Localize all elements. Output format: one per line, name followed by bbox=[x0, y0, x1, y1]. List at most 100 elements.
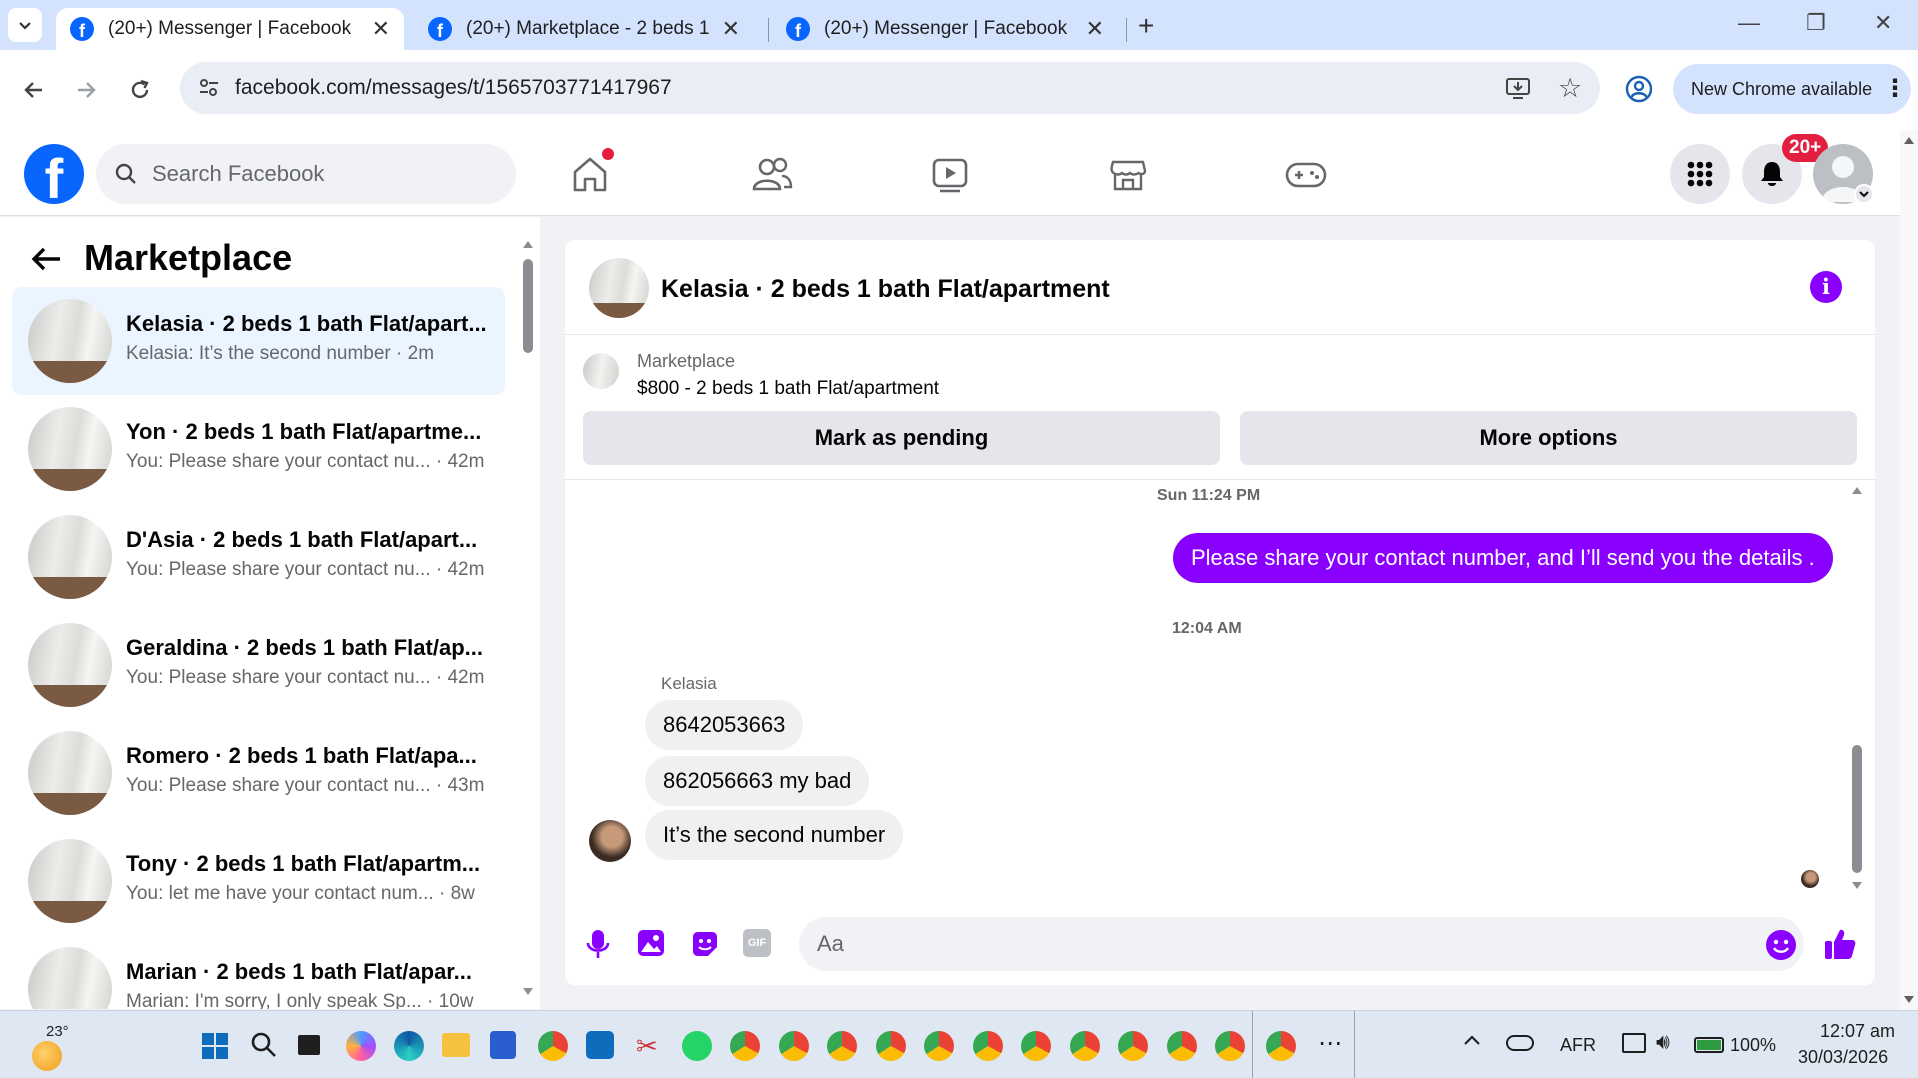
chrome-icon[interactable] bbox=[875, 1031, 906, 1061]
facebook-search-input[interactable]: Search Facebook bbox=[96, 144, 516, 204]
marketplace-nav-icon[interactable] bbox=[1104, 150, 1152, 198]
browser-tab-messenger[interactable]: f (20+) Messenger | Facebook ✕ bbox=[56, 8, 404, 50]
gif-icon[interactable]: GIF bbox=[743, 929, 771, 957]
conversation-item[interactable]: Geraldina · 2 beds 1 bath Flat/ap... You:… bbox=[12, 611, 505, 719]
close-tab-icon[interactable]: ✕ bbox=[1086, 16, 1104, 42]
battery-percent: 100% bbox=[1730, 1035, 1777, 1055]
kebab-menu-icon[interactable]: ⋮ bbox=[1883, 74, 1907, 103]
scrollbar-thumb[interactable] bbox=[523, 259, 533, 353]
copilot-icon[interactable] bbox=[346, 1031, 376, 1061]
conversation-item[interactable]: Tony · 2 beds 1 bath Flat/apartm... You: … bbox=[12, 827, 505, 935]
new-tab-button[interactable]: + bbox=[1138, 10, 1154, 42]
conversation-item[interactable]: Romero · 2 beds 1 bath Flat/apa... You: P… bbox=[12, 719, 505, 827]
listing-price-title[interactable]: $800 - 2 beds 1 bath Flat/apartment bbox=[637, 378, 939, 400]
address-bar[interactable]: facebook.com/messages/t/1565703771417967… bbox=[180, 62, 1600, 114]
network-icon[interactable] bbox=[1622, 1033, 1646, 1053]
emoji-icon[interactable] bbox=[1765, 929, 1797, 961]
video-nav-icon[interactable] bbox=[926, 150, 974, 198]
tab-title: (20+) Marketplace - 2 beds 1 ba bbox=[466, 18, 712, 39]
more-apps-icon[interactable]: ⋯ bbox=[1318, 1029, 1342, 1058]
menu-grid-button[interactable] bbox=[1670, 144, 1730, 204]
chrome-icon[interactable] bbox=[924, 1031, 954, 1061]
friends-nav-icon[interactable] bbox=[748, 150, 796, 198]
conversation-item[interactable]: Yon · 2 beds 1 bath Flat/apartme... You: … bbox=[12, 395, 505, 503]
gaming-nav-icon[interactable] bbox=[1282, 150, 1330, 198]
more-options-button[interactable]: More options bbox=[1240, 411, 1857, 465]
chrome-icon[interactable] bbox=[778, 1031, 809, 1061]
onedrive-cloud-icon[interactable] bbox=[1506, 1035, 1534, 1051]
file-explorer-icon[interactable] bbox=[442, 1033, 470, 1057]
conversation-item[interactable]: D'Asia · 2 beds 1 bath Flat/apart... You:… bbox=[12, 503, 505, 611]
store-icon[interactable] bbox=[490, 1031, 516, 1059]
conversation-name: D'Asia · 2 beds 1 bath Flat/apart... bbox=[126, 527, 478, 552]
chrome-icon[interactable] bbox=[1069, 1031, 1100, 1061]
show-hidden-icons-chevron[interactable] bbox=[1462, 1031, 1482, 1051]
back-arrow-icon[interactable] bbox=[14, 70, 54, 110]
conversation-item[interactable]: Marian · 2 beds 1 bath Flat/apar... Maria… bbox=[12, 935, 505, 1009]
message-input[interactable]: Aa bbox=[799, 917, 1804, 971]
photo-icon[interactable] bbox=[637, 929, 665, 957]
conversation-item[interactable]: Kelasia · 2 beds 1 bath Flat/apart... Kel… bbox=[12, 287, 505, 395]
chrome-icon[interactable] bbox=[1118, 1031, 1148, 1061]
conversation-scrollbar[interactable] bbox=[520, 239, 536, 999]
bookmark-star-icon[interactable]: ☆ bbox=[1558, 73, 1582, 104]
close-tab-icon[interactable]: ✕ bbox=[372, 16, 390, 42]
info-icon[interactable]: i bbox=[1810, 271, 1842, 303]
snipping-tool-icon[interactable]: ✂ bbox=[636, 1031, 658, 1062]
start-button-icon[interactable] bbox=[202, 1033, 228, 1059]
chrome-icon[interactable] bbox=[1266, 1031, 1296, 1061]
incoming-message[interactable]: It’s the second number bbox=[645, 810, 904, 860]
new-chrome-available-button[interactable]: New Chrome available ⋮ bbox=[1673, 64, 1911, 114]
forward-arrow-icon[interactable] bbox=[66, 70, 106, 110]
outgoing-message[interactable]: Please share your contact number, and I’… bbox=[1173, 533, 1833, 583]
input-language[interactable]: AFR bbox=[1560, 1035, 1596, 1056]
scrollbar-thumb[interactable] bbox=[1852, 745, 1862, 873]
chat-scrollbar[interactable] bbox=[1849, 485, 1865, 895]
weather-widget[interactable]: 23° bbox=[30, 1023, 90, 1073]
home-nav-icon[interactable] bbox=[566, 148, 614, 198]
outlook-icon[interactable] bbox=[586, 1031, 614, 1059]
volume-icon[interactable]: 🔊︎ bbox=[1656, 1029, 1670, 1055]
clock-time[interactable]: 12:07 am bbox=[1820, 1021, 1895, 1042]
sticker-icon[interactable] bbox=[690, 929, 720, 959]
edge-icon[interactable] bbox=[394, 1031, 424, 1061]
incoming-message[interactable]: 8642053663 bbox=[645, 700, 804, 750]
browser-tab-messenger-2[interactable]: f (20+) Messenger | Facebook ✕ bbox=[772, 8, 1118, 50]
incoming-message[interactable]: 862056663 my bad bbox=[645, 756, 870, 806]
chat-title[interactable]: Kelasia · 2 beds 1 bath Flat/apartment bbox=[661, 275, 1110, 304]
listing-thumbnail bbox=[28, 623, 112, 707]
sender-avatar[interactable] bbox=[589, 820, 631, 862]
close-window-icon[interactable]: ✕ bbox=[1874, 10, 1892, 36]
minimize-icon[interactable]: — bbox=[1738, 10, 1760, 36]
taskbar-search-icon[interactable] bbox=[250, 1031, 278, 1059]
facebook-logo-icon[interactable]: f bbox=[24, 144, 84, 204]
clock-date[interactable]: 30/03/2026 bbox=[1798, 1047, 1888, 1068]
listing-thumbnail[interactable] bbox=[583, 353, 619, 389]
profile-icon[interactable] bbox=[1624, 74, 1654, 104]
tab-search-button[interactable] bbox=[8, 8, 42, 42]
chrome-icon[interactable] bbox=[1166, 1031, 1197, 1061]
chrome-icon[interactable] bbox=[1215, 1031, 1245, 1061]
install-app-icon[interactable] bbox=[1505, 75, 1531, 101]
reload-icon[interactable] bbox=[120, 70, 160, 110]
task-view-icon[interactable] bbox=[298, 1035, 320, 1055]
restore-icon[interactable]: ❐ bbox=[1806, 10, 1826, 36]
chrome-icon[interactable] bbox=[827, 1031, 857, 1061]
chrome-icon[interactable] bbox=[538, 1031, 568, 1061]
browser-tab-marketplace[interactable]: f (20+) Marketplace - 2 beds 1 ba ✕ bbox=[414, 8, 754, 50]
page-scrollbar[interactable] bbox=[1900, 130, 1918, 1010]
whatsapp-icon[interactable] bbox=[682, 1031, 712, 1061]
back-button[interactable] bbox=[28, 241, 64, 277]
chrome-icon[interactable] bbox=[730, 1031, 760, 1061]
site-info-icon[interactable] bbox=[198, 77, 220, 99]
microphone-icon[interactable] bbox=[585, 929, 611, 959]
battery-icon[interactable] bbox=[1694, 1037, 1724, 1053]
thumbs-up-icon[interactable] bbox=[1823, 927, 1857, 961]
chrome-icon[interactable] bbox=[972, 1031, 1003, 1061]
listing-avatar[interactable] bbox=[589, 258, 649, 318]
close-tab-icon[interactable]: ✕ bbox=[722, 16, 740, 42]
mark-as-pending-button[interactable]: Mark as pending bbox=[583, 411, 1220, 465]
tab-title: (20+) Messenger | Facebook bbox=[108, 18, 352, 39]
chrome-icon[interactable] bbox=[1021, 1031, 1051, 1061]
account-chevron-icon[interactable] bbox=[1854, 184, 1874, 204]
